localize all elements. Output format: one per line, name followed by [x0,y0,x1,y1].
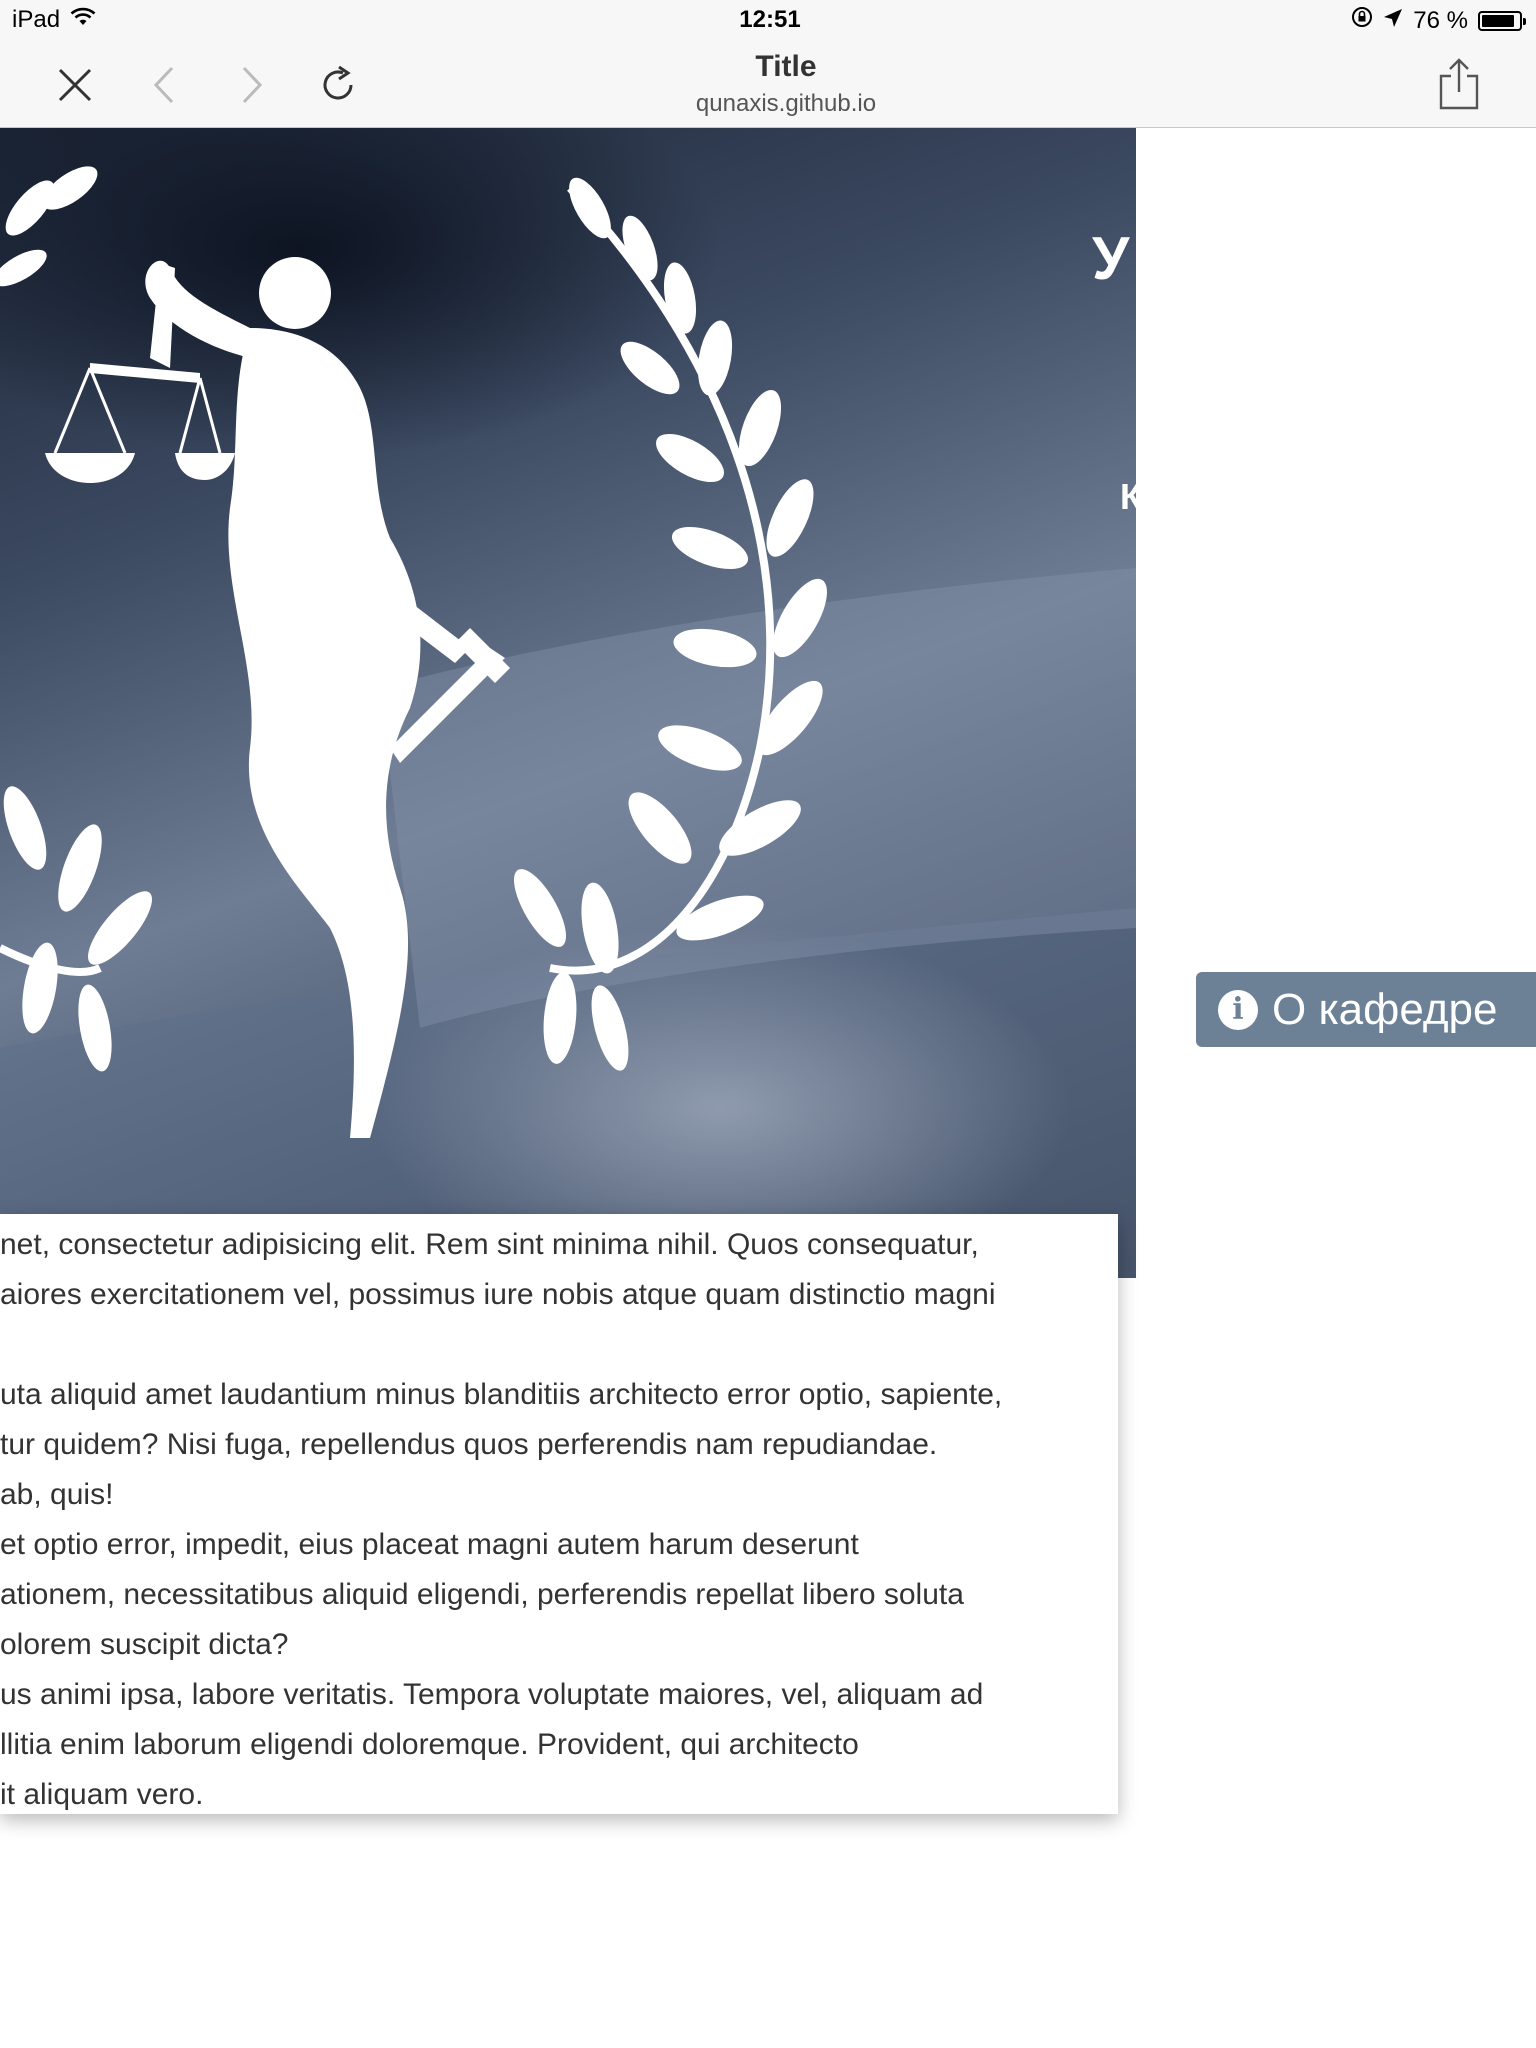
content-text: net, consectetur adipisicing elit. Rem s… [0,1220,1118,1820]
content-line: ab, quis! [0,1478,114,1511]
justice-emblem [0,166,1136,1278]
content-line: net, consectetur adipisicing elit. Rem s… [0,1228,979,1261]
page-title: Title [755,50,817,83]
browser-toolbar: Title qunaxis.github.io [0,40,1536,128]
hero-image: У К [0,128,1136,1278]
share-icon[interactable] [1434,58,1484,110]
battery-percent: 76 % [1413,6,1468,34]
url-label[interactable]: qunaxis.github.io [0,90,1536,118]
content-line: us animi ipsa, labore veritatis. Tempora… [0,1678,984,1711]
content-line: it aliquam vero. [0,1778,204,1811]
content-line: ationem, necessitatibus aliquid eligendi… [0,1578,964,1611]
content-line: tur quidem? Nisi fuga, repellendus quos … [0,1428,938,1461]
location-arrow-icon [1383,7,1403,35]
hero-subheading-fragment: К [1120,476,1136,517]
about-button-label: О кафедре [1272,984,1498,1034]
content-card: net, consectetur adipisicing elit. Rem s… [0,1214,1118,1814]
status-time: 12:51 [739,6,801,33]
status-bar: iPad 12:51 76 % [0,0,1536,40]
battery-icon [1478,10,1526,31]
hero-heading-fragment: У [1092,225,1130,292]
about-department-button[interactable]: i О кафедре [1196,972,1536,1047]
content-line: aiores exercitationem vel, possimus iure… [0,1278,996,1311]
status-right: 76 % [1351,6,1526,35]
orientation-lock-icon [1351,6,1373,35]
content-line: et optio error, impedit, eius placeat ma… [0,1528,859,1561]
content-line: uta aliquid amet laudantium minus blandi… [0,1378,1003,1411]
info-icon: i [1218,989,1258,1030]
content-line: llitia enim laborum eligendi doloremque.… [0,1728,859,1761]
content-line [0,1320,1118,1370]
content-line: olorem suscipit dicta? [0,1628,289,1661]
